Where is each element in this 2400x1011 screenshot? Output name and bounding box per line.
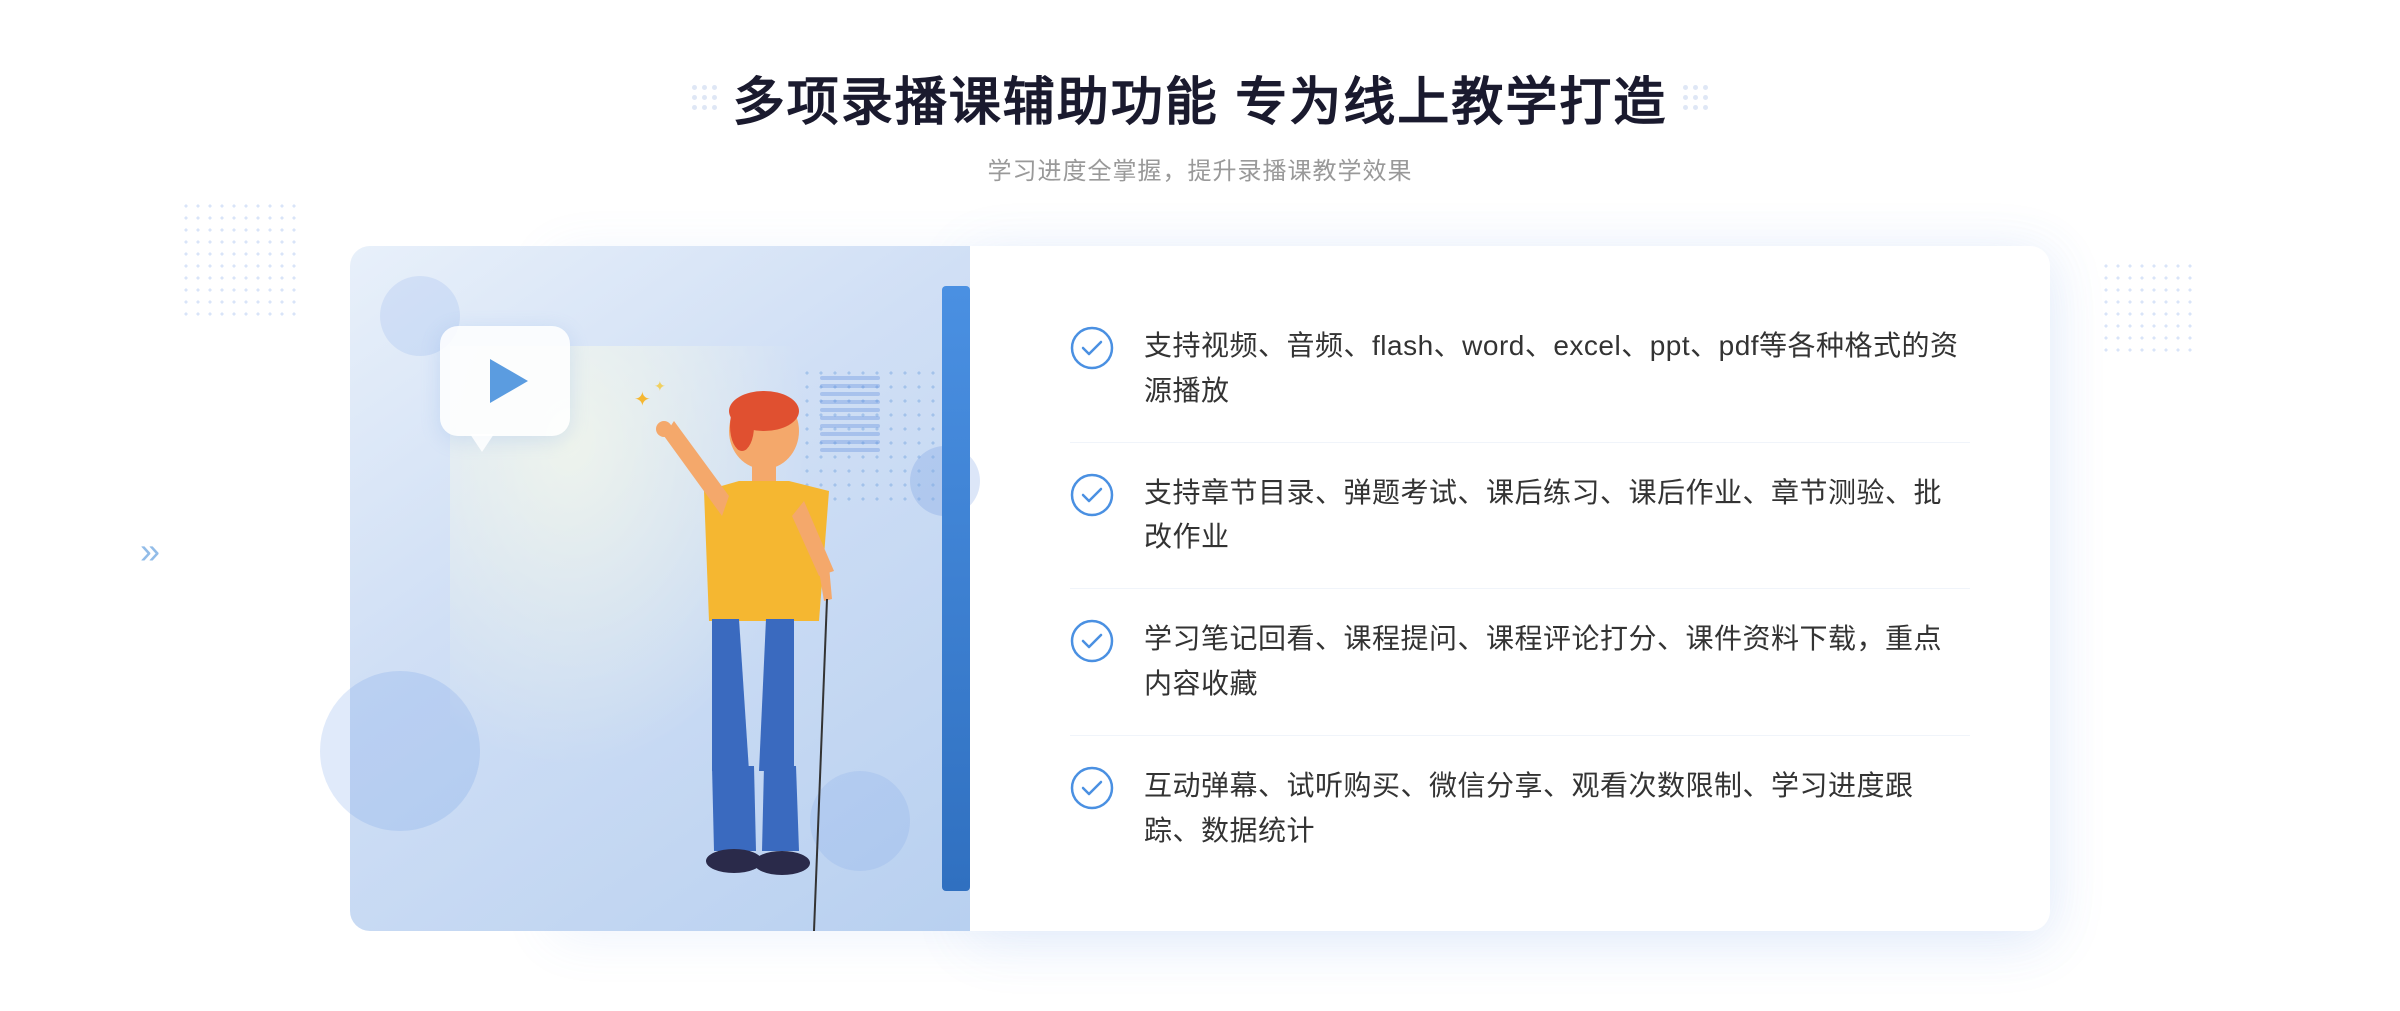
circle-deco-bottom-left — [320, 671, 480, 831]
human-figure: ✦ ✦ — [564, 371, 884, 931]
title-left-dots — [692, 85, 717, 110]
header-section: 多项录播课辅助功能 专为线上教学打造 学习进度全掌握，提升录播课教学效果 — [692, 60, 1708, 186]
page-title: 多项录播课辅助功能 专为线上教学打造 — [733, 60, 1667, 135]
check-icon-3 — [1070, 619, 1114, 663]
svg-text:✦: ✦ — [634, 389, 651, 411]
content-area: ✦ ✦ 支持视频、音频、flash、wo — [350, 246, 2050, 931]
svg-text:✦: ✦ — [654, 378, 666, 394]
title-right-dots — [1683, 85, 1708, 110]
arrow-decoration-left: » — [140, 530, 160, 572]
illustration-panel: ✦ ✦ — [350, 246, 970, 931]
dots-decoration-right — [2100, 260, 2200, 360]
content-inner: ✦ ✦ 支持视频、音频、flash、wo — [350, 246, 2050, 931]
feature-item-2: 支持章节目录、弹题考试、课后练习、课后作业、章节测验、批改作业 — [1070, 443, 1970, 590]
play-bubble — [440, 326, 570, 436]
dots-decoration-left — [180, 200, 300, 320]
feature-text-3: 学习笔记回看、课程提问、课程评论打分、课件资料下载，重点内容收藏 — [1144, 617, 1970, 707]
feature-item-4: 互动弹幕、试听购买、微信分享、观看次数限制、学习进度跟踪、数据统计 — [1070, 736, 1970, 882]
check-icon-4 — [1070, 766, 1114, 810]
feature-item-1: 支持视频、音频、flash、word、excel、ppt、pdf等各种格式的资源… — [1070, 296, 1970, 443]
play-icon — [490, 359, 528, 403]
page-wrapper: » 多项录播课辅助功能 专为线上教学打造 学习进度全掌握，提升录播课教学效果 — [0, 0, 2400, 1011]
feature-text-4: 互动弹幕、试听购买、微信分享、观看次数限制、学习进度跟踪、数据统计 — [1144, 764, 1970, 854]
check-icon-1 — [1070, 326, 1114, 370]
feature-item-3: 学习笔记回看、课程提问、课程评论打分、课件资料下载，重点内容收藏 — [1070, 589, 1970, 736]
check-icon-2 — [1070, 473, 1114, 517]
title-row: 多项录播课辅助功能 专为线上教学打造 — [692, 60, 1708, 135]
blue-vertical-bar — [942, 286, 970, 891]
feature-text-1: 支持视频、音频、flash、word、excel、ppt、pdf等各种格式的资源… — [1144, 324, 1970, 414]
page-subtitle: 学习进度全掌握，提升录播课教学效果 — [692, 151, 1708, 186]
features-panel: 支持视频、音频、flash、word、excel、ppt、pdf等各种格式的资源… — [970, 246, 2050, 931]
feature-text-2: 支持章节目录、弹题考试、课后练习、课后作业、章节测验、批改作业 — [1144, 471, 1970, 561]
